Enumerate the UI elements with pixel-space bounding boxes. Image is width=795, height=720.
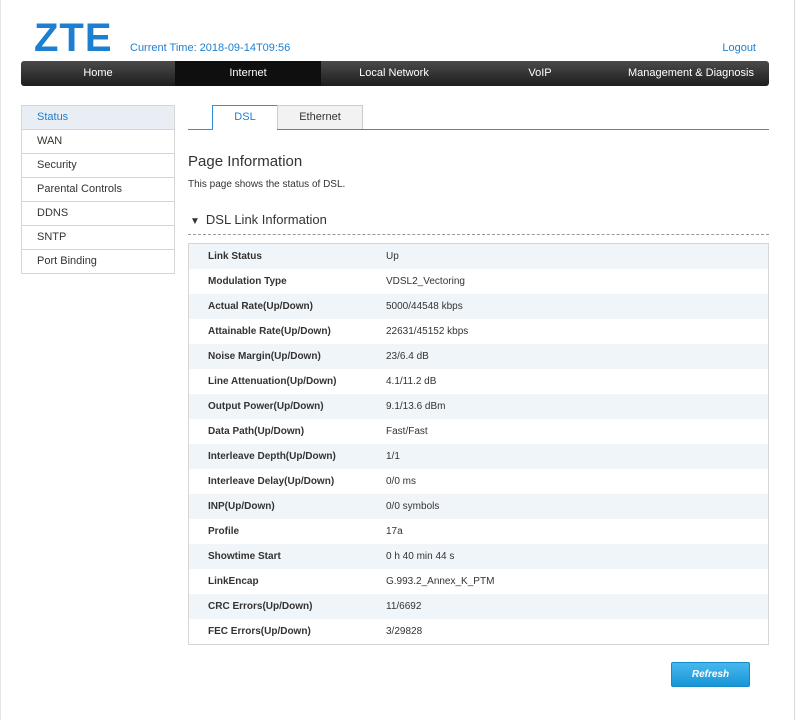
row-value: 1/1 [386,451,400,462]
row-value: Fast/Fast [386,426,428,437]
row-label: Interleave Depth(Up/Down) [208,451,336,462]
row-label: Noise Margin(Up/Down) [208,351,321,362]
row-label: INP(Up/Down) [208,501,275,512]
page-description: This page shows the status of DSL. [188,179,346,190]
row-value: 4.1/11.2 dB [386,376,437,387]
row-label: FEC Errors(Up/Down) [208,626,311,637]
page-title: Page Information [188,153,303,170]
table-row: Modulation Type VDSL2_Vectoring [189,269,768,294]
table-row: FEC Errors(Up/Down) 3/29828 [189,619,768,644]
row-value: 3/29828 [386,626,423,637]
frame-border-left [0,0,1,720]
row-value: 23/6.4 dB [386,351,429,362]
row-value: VDSL2_Vectoring [386,276,465,287]
nav-internet[interactable]: Internet [175,61,321,86]
tab-dsl[interactable]: DSL [212,105,278,130]
sidebar-item-security[interactable]: Security [22,154,174,178]
table-row: INP(Up/Down) 0/0 symbols [189,494,768,519]
nav-voip[interactable]: VoIP [467,61,613,86]
row-value: 17a [386,526,403,537]
row-label: Line Attenuation(Up/Down) [208,376,337,387]
table-row: Noise Margin(Up/Down) 23/6.4 dB [189,344,768,369]
nav-home[interactable]: Home [21,61,175,86]
row-value: 5000/44548 kbps [386,301,463,312]
row-label: LinkEncap [208,576,259,587]
row-label: CRC Errors(Up/Down) [208,601,313,612]
row-value: 0 h 40 min 44 s [386,551,455,562]
sidebar-item-port-binding[interactable]: Port Binding [22,250,174,274]
sidebar-item-parental-controls[interactable]: Parental Controls [22,178,174,202]
row-value: 0/0 symbols [386,501,440,512]
table-row: Interleave Depth(Up/Down) 1/1 [189,444,768,469]
dsl-info-table: Link Status Up Modulation Type VDSL2_Vecto… [188,243,769,645]
table-row: Actual Rate(Up/Down) 5000/44548 kbps [189,294,768,319]
row-label: Interleave Delay(Up/Down) [208,476,335,487]
collapse-triangle-icon: ▼ [190,216,200,227]
row-label: Actual Rate(Up/Down) [208,301,313,312]
table-row: Link Status Up [189,244,768,269]
sidebar: Status WAN Security Parental Controls DD… [21,105,175,274]
row-label: Link Status [208,251,262,262]
nav-local-network[interactable]: Local Network [321,61,467,86]
table-row: LinkEncap G.993.2_Annex_K_PTM [189,569,768,594]
sidebar-item-sntp[interactable]: SNTP [22,226,174,250]
zte-logo: ZTE [34,16,113,60]
sidebar-item-status[interactable]: Status [22,106,174,130]
table-row: Output Power(Up/Down) 9.1/13.6 dBm [189,394,768,419]
row-label: Showtime Start [208,551,281,562]
row-label: Profile [208,526,240,537]
row-value: G.993.2_Annex_K_PTM [386,576,495,587]
logout-link[interactable]: Logout [722,42,756,54]
nav-management-diagnosis[interactable]: Management & Diagnosis [613,61,769,86]
section-divider [188,234,769,235]
section-header-dsl-link[interactable]: ▼ DSL Link Information [190,212,327,227]
table-row: CRC Errors(Up/Down) 11/6692 [189,594,768,619]
tab-bar: DSL Ethernet [188,105,769,130]
tab-ethernet[interactable]: Ethernet [277,105,363,129]
row-label: Output Power(Up/Down) [208,401,324,412]
table-row: Interleave Delay(Up/Down) 0/0 ms [189,469,768,494]
table-row: Data Path(Up/Down) Fast/Fast [189,419,768,444]
row-value: 9.1/13.6 dBm [386,401,446,412]
row-label: Attainable Rate(Up/Down) [208,326,331,337]
row-value: 11/6692 [386,601,422,612]
row-value: 0/0 ms [386,476,417,487]
main-navbar: Home Internet Local Network VoIP Managem… [21,61,769,86]
sidebar-item-wan[interactable]: WAN [22,130,174,154]
row-value: Up [386,251,399,262]
row-label: Modulation Type [208,276,287,287]
current-time: Current Time: 2018-09-14T09:56 [130,42,291,54]
table-row: Line Attenuation(Up/Down) 4.1/11.2 dB [189,369,768,394]
table-row: Profile 17a [189,519,768,544]
section-title: DSL Link Information [205,212,327,227]
sidebar-item-ddns[interactable]: DDNS [22,202,174,226]
refresh-button[interactable]: Refresh [671,662,750,687]
table-row: Attainable Rate(Up/Down) 22631/45152 kbps [189,319,768,344]
row-label: Data Path(Up/Down) [208,426,305,437]
row-value: 22631/45152 kbps [386,326,469,337]
table-row: Showtime Start 0 h 40 min 44 s [189,544,768,569]
